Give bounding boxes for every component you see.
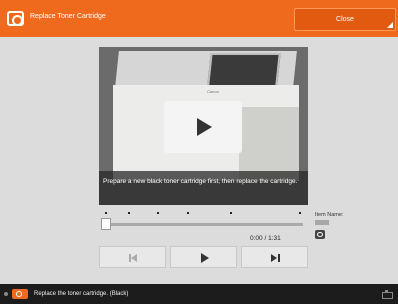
printer-control-panel bbox=[207, 53, 281, 87]
chapter-marker bbox=[230, 212, 232, 214]
video-caption: Prepare a new black toner cartridge firs… bbox=[103, 178, 298, 185]
status-bar: Replace the toner cartridge. (Black) bbox=[0, 284, 398, 304]
close-button-label: Close bbox=[336, 16, 354, 23]
next-button[interactable] bbox=[241, 246, 308, 268]
camera-icon bbox=[12, 289, 28, 299]
item-name-value bbox=[315, 220, 329, 225]
chapter-marker bbox=[187, 212, 189, 214]
video-timeline[interactable] bbox=[99, 209, 308, 235]
play-icon bbox=[201, 253, 209, 263]
item-name-label: Item Name: bbox=[315, 212, 344, 218]
page-title: Replace Toner Cartridge bbox=[30, 13, 106, 20]
main-content: Canon Prepare a new black toner cartridg… bbox=[0, 37, 398, 284]
playback-controls bbox=[99, 246, 308, 268]
chapter-marker bbox=[105, 212, 107, 214]
play-button[interactable] bbox=[170, 246, 237, 268]
close-button[interactable]: Close bbox=[294, 8, 396, 31]
chapter-marker bbox=[157, 212, 159, 214]
status-indicator-icon bbox=[4, 292, 8, 296]
printer-top bbox=[115, 51, 297, 87]
next-bar-icon bbox=[278, 254, 280, 262]
toner-icon bbox=[315, 230, 325, 239]
video-time: 0:00 / 1:31 bbox=[250, 235, 281, 242]
previous-arrow bbox=[131, 254, 137, 262]
chapter-marker bbox=[299, 212, 301, 214]
printer-side bbox=[239, 107, 299, 181]
status-monitor-icon[interactable] bbox=[382, 290, 393, 299]
video-play-button[interactable] bbox=[164, 101, 242, 153]
previous-button[interactable] bbox=[99, 246, 166, 268]
status-message: Replace the toner cartridge. (Black) bbox=[34, 291, 129, 297]
timeline-handle[interactable] bbox=[101, 218, 111, 230]
printer-brand: Canon bbox=[207, 89, 219, 94]
camera-icon bbox=[7, 11, 24, 26]
next-icon bbox=[271, 254, 277, 262]
title-bar: Replace Toner Cartridge Close bbox=[0, 0, 398, 37]
chapter-marker bbox=[128, 212, 130, 214]
timeline-track[interactable] bbox=[105, 223, 303, 226]
play-icon bbox=[197, 118, 212, 136]
corner-icon bbox=[387, 22, 393, 28]
caption-background bbox=[99, 171, 308, 205]
video-player[interactable]: Canon Prepare a new black toner cartridg… bbox=[99, 47, 308, 205]
